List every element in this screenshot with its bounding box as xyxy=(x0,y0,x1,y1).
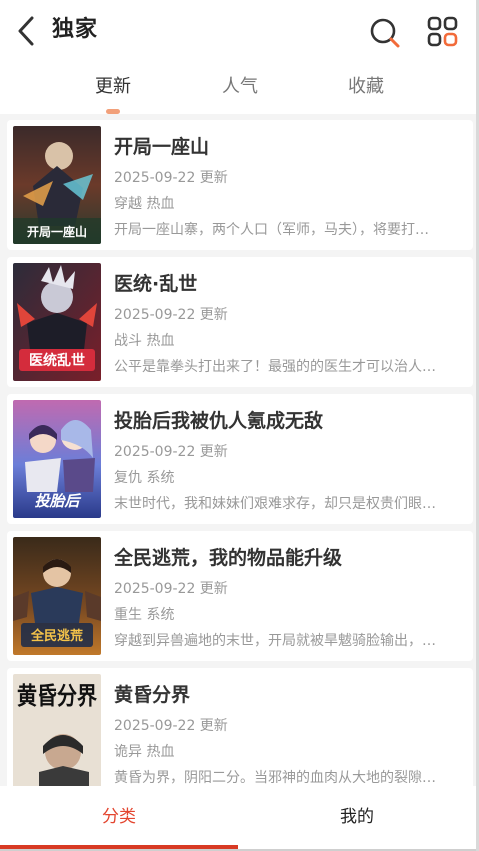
sort-tabs: 更新 人气 收藏 xyxy=(0,62,476,114)
cover-title-text: 医统乱世 xyxy=(29,352,85,369)
comic-card[interactable]: 投胎后 投胎后我被仇人氪成无敌 2025-09-22 更新 复仇 系统 末世时代… xyxy=(7,394,473,524)
cover-title-text: 黄昏分界 xyxy=(17,681,97,710)
comic-title: 全民逃荒，我的物品能升级 xyxy=(114,547,343,569)
comic-update-date: 2025-09-22 更新 xyxy=(114,581,228,597)
comic-update-date: 2025-09-22 更新 xyxy=(114,444,228,460)
search-icon xyxy=(370,18,400,48)
comic-cover: 开局一座山 xyxy=(13,126,101,244)
comic-tags: 诡异 热血 xyxy=(114,744,175,760)
comic-description: 公平是靠拳头打出来了！最强的的医生才可以治人… xyxy=(114,359,436,375)
back-button[interactable] xyxy=(14,14,42,48)
bottom-nav: 分类 我的 xyxy=(0,786,476,851)
comic-tags: 重生 系统 xyxy=(114,607,175,623)
comic-description: 黄昏为界，阴阳二分。当邪神的血肉从大地的裂隙… xyxy=(114,770,436,786)
category-grid-button[interactable] xyxy=(426,15,460,49)
comic-cover: 全民逃荒 xyxy=(13,537,101,655)
comic-card[interactable]: 全民逃荒 全民逃荒，我的物品能升级 2025-09-22 更新 重生 系统 穿越… xyxy=(7,531,473,661)
tab-favorites[interactable]: 收藏 xyxy=(326,74,406,100)
nav-mine[interactable]: 我的 xyxy=(238,786,476,848)
cover-title-text: 全民逃荒 xyxy=(30,628,83,644)
comic-tags: 战斗 热血 xyxy=(114,333,175,349)
tab-update[interactable]: 更新 xyxy=(73,74,153,100)
comic-cover: 投胎后 xyxy=(13,400,101,518)
comic-update-date: 2025-09-22 更新 xyxy=(114,170,228,186)
cover-title-text: 开局一座山 xyxy=(27,224,87,239)
chevron-left-icon xyxy=(18,16,34,46)
comic-cover: 医统乱世 xyxy=(13,263,101,381)
comic-card[interactable]: 开局一座山 开局一座山 2025-09-22 更新 穿越 热血 开局一座山寨，两… xyxy=(7,120,473,250)
tab-popular[interactable]: 人气 xyxy=(200,74,280,100)
search-button[interactable] xyxy=(368,15,402,49)
comic-title: 开局一座山 xyxy=(114,136,210,158)
nav-category[interactable]: 分类 xyxy=(0,786,238,848)
comic-description: 开局一座山寨，两个人口（军师，马夫），将要打… xyxy=(114,222,429,238)
page-title: 独家 xyxy=(52,17,99,42)
comic-cover: 黄昏分界 xyxy=(13,674,101,786)
comic-title: 黄昏分界 xyxy=(114,684,191,706)
top-bar: 独家 xyxy=(0,0,476,62)
comic-tags: 复仇 系统 xyxy=(114,470,175,486)
cover-title-text: 投胎后 xyxy=(34,492,81,510)
comic-card[interactable]: 医统乱世 医统·乱世 2025-09-22 更新 战斗 热血 公平是靠拳头打出来… xyxy=(7,257,473,387)
comic-update-date: 2025-09-22 更新 xyxy=(114,307,228,323)
comic-tags: 穿越 热血 xyxy=(114,196,175,212)
comic-title: 医统·乱世 xyxy=(114,273,198,295)
grid-icon xyxy=(427,16,458,47)
comic-list[interactable]: 开局一座山 开局一座山 2025-09-22 更新 穿越 热血 开局一座山寨，两… xyxy=(0,114,476,786)
app-root: 独家 更新 人气 收藏 开局一座山 开局一座山 2025-09-22 更新 穿越… xyxy=(0,0,476,851)
comic-title: 投胎后我被仇人氪成无敌 xyxy=(114,410,324,432)
comic-description: 末世时代，我和妹妹们艰难求存，却只是权贵们眼… xyxy=(114,496,436,512)
comic-update-date: 2025-09-22 更新 xyxy=(114,718,228,734)
comic-card[interactable]: 黄昏分界 黄昏分界 2025-09-22 更新 诡异 热血 黄昏为界，阴阳二分。… xyxy=(7,668,473,786)
comic-description: 穿越到异兽遍地的末世，开局就被旱魃骑脸输出，… xyxy=(114,633,436,649)
